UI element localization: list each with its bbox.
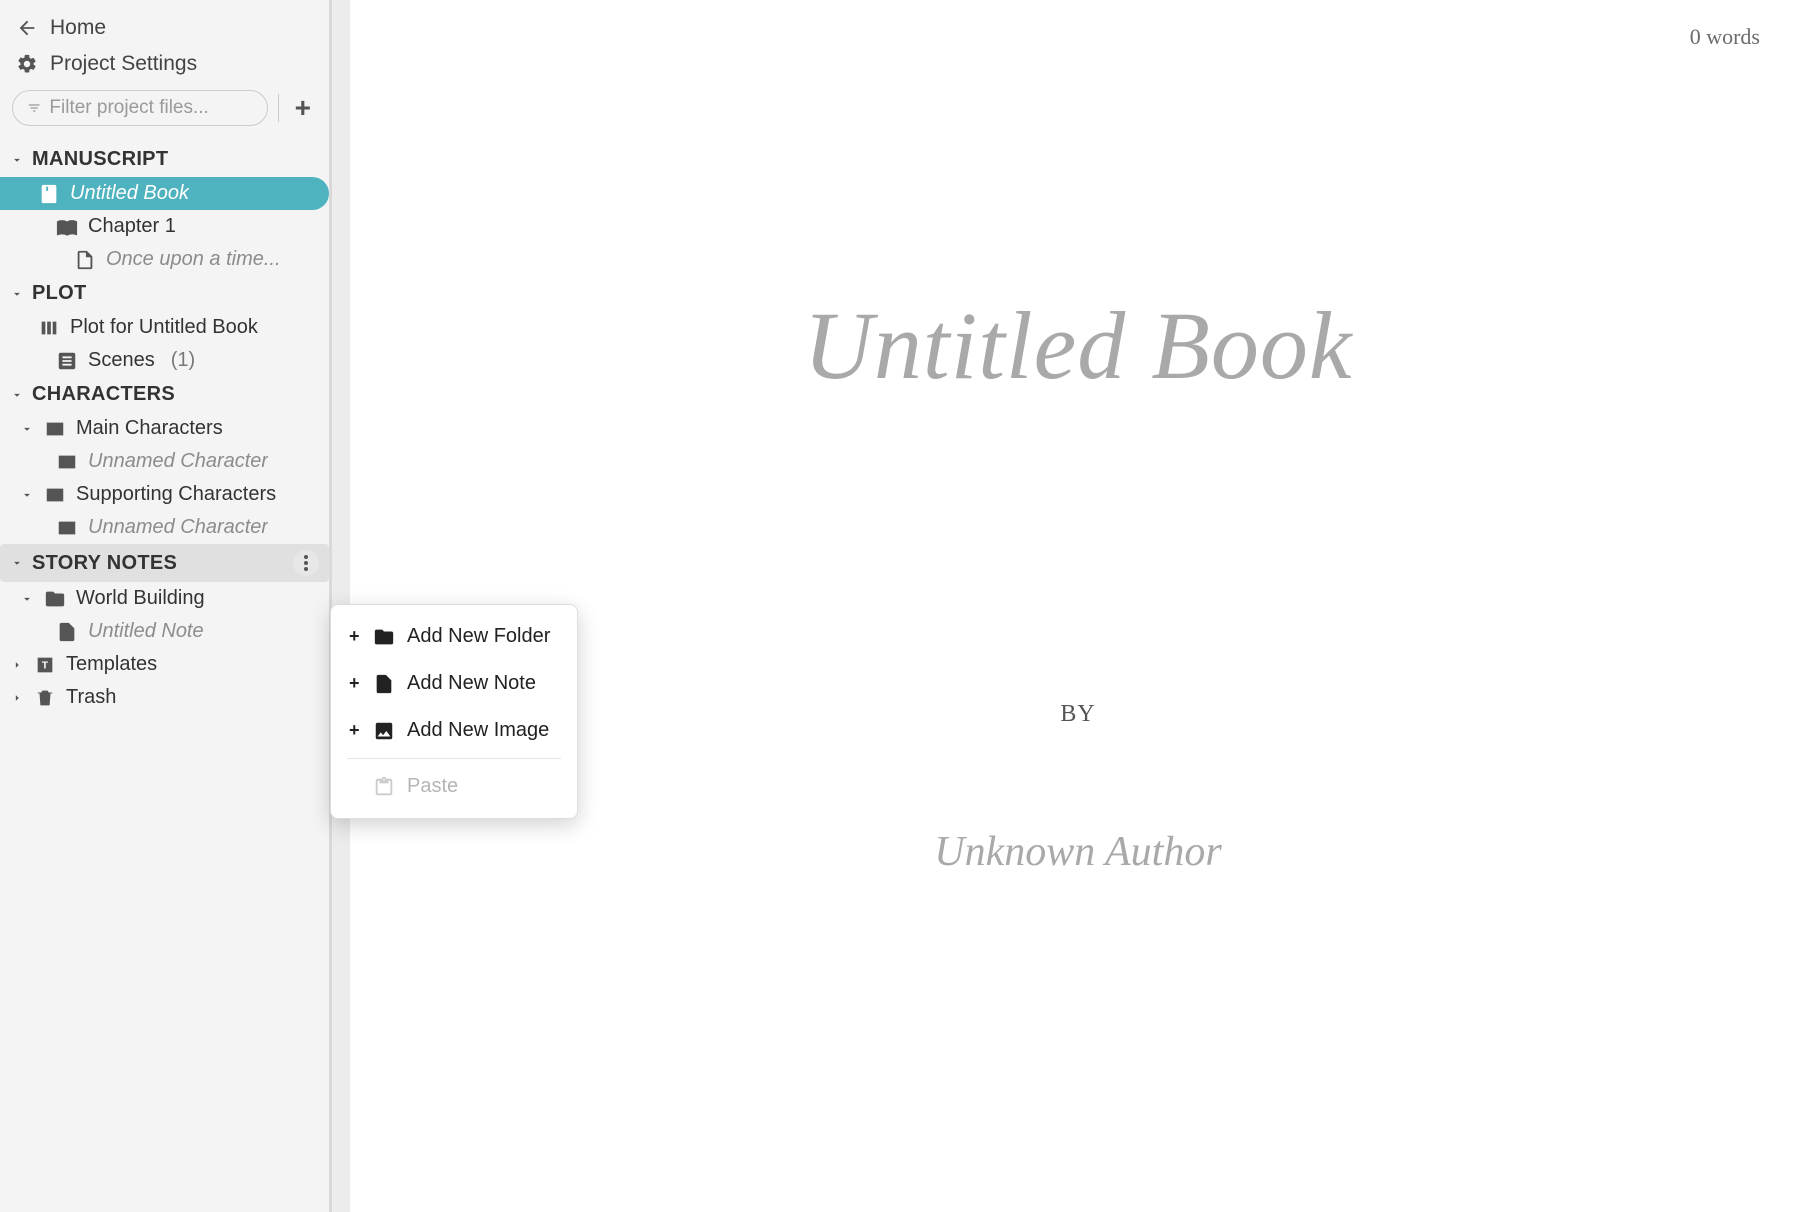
section-label: MANUSCRIPT (32, 148, 319, 171)
word-count: 0 words (1690, 24, 1760, 50)
home-label: Home (50, 16, 106, 40)
filter-input-wrap[interactable] (12, 90, 268, 126)
trash-icon (34, 687, 56, 709)
tree-item-trash[interactable]: Trash (0, 681, 329, 714)
chevron-down-icon (20, 488, 34, 502)
section-label: PLOT (32, 282, 319, 305)
page-icon (74, 249, 96, 271)
filter-input[interactable] (49, 97, 252, 119)
document-author[interactable]: Unknown Author (934, 828, 1221, 876)
chevron-down-icon (10, 287, 24, 301)
clipboard-icon (373, 776, 395, 798)
item-label: Untitled Book (70, 182, 189, 205)
tree-item-supporting-characters[interactable]: Supporting Characters (0, 478, 329, 511)
menu-label: Add New Note (407, 672, 536, 695)
filter-row: + (0, 82, 329, 138)
settings-label: Project Settings (50, 52, 197, 76)
item-label: Chapter 1 (88, 215, 176, 238)
menu-add-folder[interactable]: + Add New Folder (331, 613, 577, 660)
section-characters[interactable]: CHARACTERS (0, 377, 329, 412)
open-book-icon (56, 216, 78, 238)
gear-icon (16, 53, 38, 75)
item-label: Scenes (88, 349, 155, 372)
context-menu: + Add New Folder + Add New Note + Add Ne… (330, 604, 578, 819)
section-label: CHARACTERS (32, 383, 319, 406)
menu-paste: + Paste (331, 763, 577, 810)
add-button[interactable]: + (289, 92, 317, 124)
menu-label: Paste (407, 775, 458, 798)
image-icon (373, 720, 395, 742)
section-story-notes[interactable]: STORY NOTES (0, 544, 329, 582)
more-button[interactable] (293, 550, 319, 576)
item-label: Unnamed Character (88, 450, 268, 473)
tree-item-plot[interactable]: Plot for Untitled Book (0, 311, 329, 344)
item-label: Plot for Untitled Book (70, 316, 258, 339)
tree-item-main-characters[interactable]: Main Characters (0, 412, 329, 445)
person-card-icon (44, 484, 66, 506)
person-icon (56, 451, 78, 473)
person-icon (56, 517, 78, 539)
separator (278, 94, 279, 122)
project-tree: MANUSCRIPT Untitled Book Chapter 1 Once … (0, 138, 329, 724)
section-label: STORY NOTES (32, 552, 285, 575)
plus-icon: + (349, 673, 361, 694)
board-icon (38, 317, 60, 339)
arrow-left-icon (16, 17, 38, 39)
plus-icon: + (349, 626, 361, 647)
note-icon (373, 673, 395, 695)
item-label: Once upon a time... (106, 248, 281, 271)
tree-item-templates[interactable]: T Templates (0, 648, 329, 681)
book-icon (38, 183, 60, 205)
menu-add-image[interactable]: + Add New Image (331, 707, 577, 754)
item-label: Trash (66, 686, 116, 709)
section-manuscript[interactable]: MANUSCRIPT (0, 142, 329, 177)
note-icon (56, 621, 78, 643)
folder-icon (44, 588, 66, 610)
home-link[interactable]: Home (14, 10, 315, 46)
chevron-down-icon (10, 153, 24, 167)
item-label: Main Characters (76, 417, 223, 440)
chevron-down-icon (20, 422, 34, 436)
folder-icon (373, 626, 395, 648)
item-count: (1) (171, 349, 195, 372)
tree-item-unnamed-character[interactable]: Unnamed Character (0, 511, 329, 544)
filter-icon (27, 100, 41, 116)
plus-icon: + (349, 720, 361, 741)
person-card-icon (44, 418, 66, 440)
by-label: BY (1060, 701, 1095, 728)
item-label: Unnamed Character (88, 516, 268, 539)
item-label: Supporting Characters (76, 483, 276, 506)
svg-text:T: T (42, 660, 49, 671)
tree-item-untitled-note[interactable]: Untitled Note (0, 615, 329, 648)
menu-label: Add New Image (407, 719, 549, 742)
section-plot[interactable]: PLOT (0, 276, 329, 311)
chevron-right-icon (10, 691, 24, 705)
kebab-icon (304, 555, 308, 571)
item-label: World Building (76, 587, 205, 610)
tree-item-world-building[interactable]: World Building (0, 582, 329, 615)
document-title[interactable]: Untitled Book (804, 290, 1353, 401)
chevron-down-icon (10, 556, 24, 570)
tree-item-scenes[interactable]: Scenes (1) (0, 344, 329, 377)
menu-separator (347, 758, 561, 759)
menu-add-note[interactable]: + Add New Note (331, 660, 577, 707)
chevron-right-icon (10, 658, 24, 672)
tree-item-scene[interactable]: Once upon a time... (0, 243, 329, 276)
tree-item-unnamed-character[interactable]: Unnamed Character (0, 445, 329, 478)
chevron-down-icon (20, 592, 34, 606)
template-icon: T (34, 654, 56, 676)
list-icon (56, 350, 78, 372)
chevron-down-icon (10, 388, 24, 402)
item-label: Untitled Note (88, 620, 204, 643)
item-label: Templates (66, 653, 157, 676)
tree-item-book[interactable]: Untitled Book (0, 177, 329, 210)
project-settings-link[interactable]: Project Settings (14, 46, 315, 82)
sidebar: Home Project Settings + MANUSCRIPT Untit… (0, 0, 332, 1212)
sidebar-top: Home Project Settings (0, 0, 329, 82)
menu-label: Add New Folder (407, 625, 550, 648)
tree-item-chapter[interactable]: Chapter 1 (0, 210, 329, 243)
